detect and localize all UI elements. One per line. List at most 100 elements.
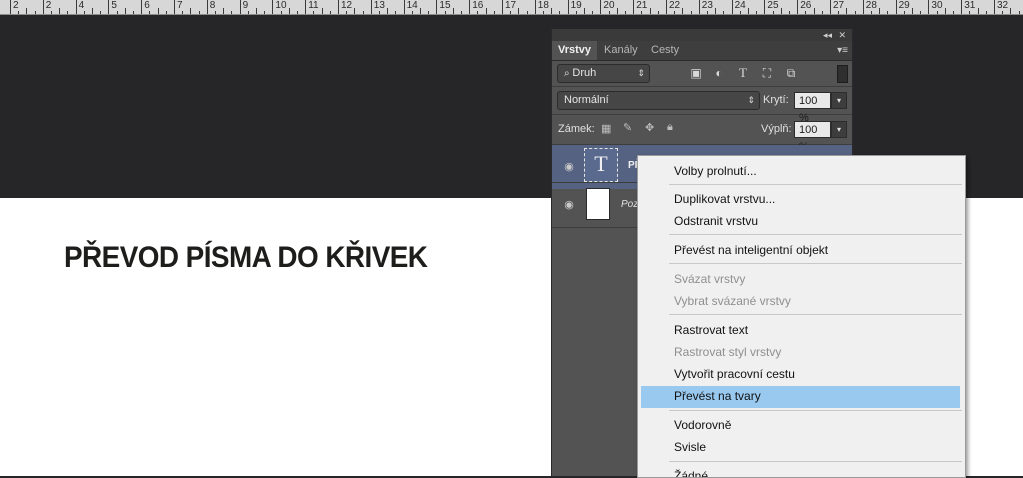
ruler-minor-tick: [871, 11, 872, 14]
ruler-minor-tick: [34, 11, 36, 14]
ruler-minor-tick: [461, 11, 462, 14]
opacity-input[interactable]: 100 %: [794, 92, 831, 124]
ruler-label: 18: [537, 0, 549, 11]
fill-input[interactable]: 100 %: [794, 121, 831, 153]
menu-item-blending-options[interactable]: Volby prolnutí...: [674, 164, 757, 178]
menu-item-duplicate-layer[interactable]: Duplikovat vrstvu...: [674, 192, 775, 206]
ruler-label: 4: [78, 0, 85, 11]
menu-separator: [669, 234, 962, 235]
ruler-minor-tick: [51, 11, 52, 14]
panel-menu-icon[interactable]: ▾≡: [837, 41, 848, 60]
ruler-label: 25: [767, 0, 779, 11]
ruler-major-tick: [42, 0, 44, 14]
tab-paths[interactable]: Cesty: [645, 41, 685, 60]
menu-item-horizontal[interactable]: Vodorovně: [674, 418, 731, 432]
visibility-eye-icon[interactable]: ◉: [562, 162, 576, 173]
ruler-minor-tick: [420, 8, 421, 14]
tab-channels[interactable]: Kanály: [598, 41, 644, 60]
menu-item-convert-to-shape[interactable]: Převést na tvary: [674, 389, 761, 403]
collapse-panel-icon[interactable]: ◂◂: [823, 29, 832, 41]
lock-label: Zámek:: [558, 123, 595, 135]
type-filter-icon[interactable]: T: [736, 66, 750, 80]
ruler-major-tick: [502, 0, 503, 14]
ruler-minor-tick: [67, 11, 69, 14]
lock-position-icon[interactable]: ✥: [645, 121, 654, 134]
ruler-minor-tick: [92, 8, 93, 14]
ruler-minor-tick: [100, 11, 102, 14]
smart-object-filter-icon[interactable]: ⧉: [784, 66, 798, 80]
filter-kind-dropdown[interactable]: ⌕ Druh ⇕: [557, 64, 650, 83]
ruler-minor-tick: [592, 11, 594, 14]
ruler-minor-tick: [395, 11, 397, 14]
shape-filter-icon[interactable]: ⛶: [760, 66, 774, 80]
ruler-minor-tick: [575, 11, 577, 14]
menu-item-link-layers[interactable]: Svázat vrstvy: [674, 272, 745, 286]
menu-item-rasterize-layer-style[interactable]: Rastrovat styl vrstvy: [674, 345, 781, 359]
ruler-minor-tick: [124, 8, 126, 14]
ruler-minor-tick: [912, 8, 913, 14]
ruler-minor-tick: [387, 8, 389, 14]
ruler-major-tick: [797, 0, 799, 14]
adjustment-filter-icon[interactable]: ◐: [712, 66, 726, 80]
ruler-minor-tick: [903, 11, 905, 14]
ruler-label: 28: [865, 0, 877, 11]
menu-item-rasterize-type[interactable]: Rastrovat text: [674, 323, 748, 337]
ruler-major-tick: [108, 0, 110, 14]
menu-item-create-work-path[interactable]: Vytvořit pracovní cestu: [674, 367, 795, 381]
menu-item-none[interactable]: Žádné: [674, 469, 708, 477]
ruler-minor-tick: [256, 8, 257, 14]
image-filter-icon[interactable]: ▣: [689, 66, 703, 80]
lock-all-icon[interactable]: 🔒︎: [667, 121, 673, 134]
menu-item-convert-smart-object[interactable]: Převést na inteligentní objekt: [674, 243, 828, 257]
ruler-major-tick: [239, 0, 241, 14]
ruler-minor-tick: [584, 8, 585, 14]
blend-mode-dropdown[interactable]: Normální ⇕: [557, 91, 760, 110]
ruler-minor-tick: [493, 11, 495, 14]
filter-toggle-switch[interactable]: [837, 65, 848, 83]
menu-item-delete-layer[interactable]: Odstranit vrstvu: [674, 214, 758, 228]
tab-layers[interactable]: Vrstvy: [552, 41, 598, 60]
ruler-minor-tick: [518, 8, 520, 14]
ruler-minor-tick: [953, 11, 954, 14]
ruler-label: 21: [636, 0, 648, 11]
menu-item-select-linked-layers[interactable]: Vybrat svázané vrstvy: [674, 294, 791, 308]
ruler-label: 17: [505, 0, 517, 11]
ruler-major-tick: [633, 0, 635, 14]
ruler-minor-tick: [116, 11, 118, 14]
lock-transparent-pixels-icon[interactable]: ▦: [601, 122, 611, 135]
blend-row: Normální ⇕ Krytí: 100 % ▾: [552, 87, 852, 124]
fill-label: Výplň:: [761, 123, 792, 135]
ruler-label: 2: [45, 0, 52, 11]
lock-image-pixels-icon[interactable]: ✎: [623, 121, 632, 134]
ruler-minor-tick: [657, 11, 659, 14]
ruler-minor-tick: [1002, 11, 1004, 14]
ruler-major-tick: [305, 0, 307, 14]
ruler-minor-tick: [321, 8, 323, 14]
ruler-minor-tick: [215, 11, 216, 14]
ruler-minor-tick: [616, 8, 618, 14]
ruler-minor-tick: [846, 8, 848, 14]
ruler-minor-tick: [526, 11, 528, 14]
ruler-major-tick: [961, 0, 963, 14]
fill-dropdown-button[interactable]: ▾: [831, 121, 847, 138]
ruler-minor-tick: [723, 11, 725, 14]
ruler-label: 20: [603, 0, 615, 11]
ruler-label: 30: [931, 0, 943, 11]
ruler-major-tick: [403, 0, 405, 14]
ruler-minor-tick: [838, 11, 840, 14]
menu-item-vertical[interactable]: Svisle: [674, 440, 706, 454]
ruler-minor-tick: [641, 11, 643, 14]
layer-context-menu: Volby prolnutí... Duplikovat vrstvu... O…: [637, 155, 966, 478]
opacity-dropdown-button[interactable]: ▾: [831, 92, 847, 109]
ruler-minor-tick: [977, 8, 979, 14]
close-panel-icon[interactable]: ✕: [838, 29, 846, 41]
horizontal-ruler[interactable]: 2 2 4 5 6 7 8 9 10 11 12 13 14 15 16 17 18 19 20 21 22 23 24 25…: [0, 0, 1023, 15]
ruler-minor-tick: [625, 11, 626, 14]
ruler-minor-tick: [936, 11, 938, 14]
ruler-label: 31: [964, 0, 976, 11]
ruler-major-tick: [206, 0, 208, 14]
ruler-minor-tick: [1018, 11, 1020, 14]
ruler-label: 5: [111, 0, 117, 11]
ruler-minor-tick: [428, 11, 430, 14]
visibility-eye-icon[interactable]: ◉: [562, 200, 576, 211]
